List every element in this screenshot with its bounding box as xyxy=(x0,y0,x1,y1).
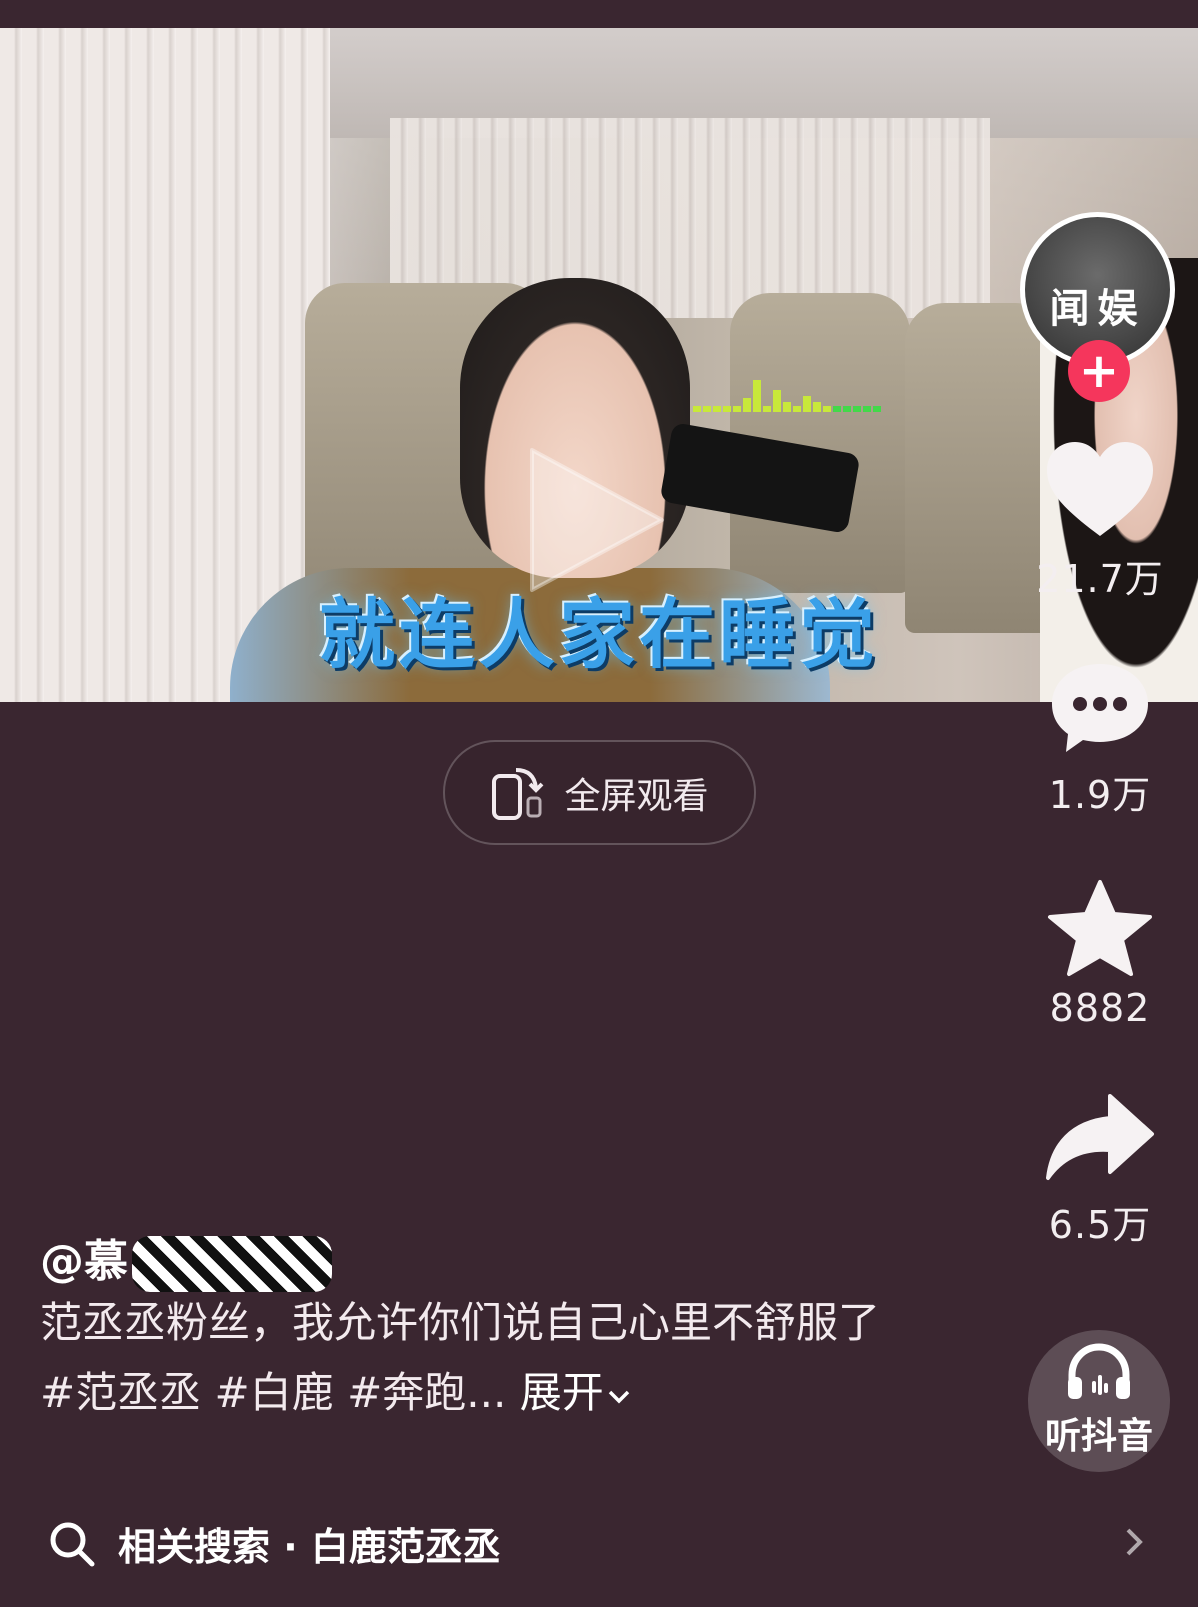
author-name: @慕 xyxy=(40,1236,128,1287)
post-description: 范丞丞粉丝，我允许你们说自己心里不舒服了 #范丞丞 #白鹿 #奔跑... 展开 xyxy=(40,1288,900,1428)
chevron-right-icon xyxy=(1126,1528,1143,1556)
comment-button[interactable]: 1.9万 xyxy=(1020,660,1180,819)
like-count: 21.7万 xyxy=(1036,557,1164,601)
fullscreen-button[interactable]: 全屏观看 xyxy=(443,740,756,845)
expand-label: 展开 xyxy=(519,1368,604,1417)
star-icon xyxy=(1048,880,1152,976)
rotate-phone-icon xyxy=(492,767,544,820)
share-count: 6.5万 xyxy=(1048,1203,1152,1247)
like-button[interactable]: 21.7万 xyxy=(1020,440,1180,603)
share-arrow-icon xyxy=(1046,1094,1154,1180)
related-search-label: 相关搜索 · 白鹿范丞丞 xyxy=(118,1525,501,1569)
description-text: 范丞丞粉丝，我允许你们说自己心里不舒服了 #范丞丞 #白鹿 #奔跑... xyxy=(40,1298,881,1417)
equalizer-icon xyxy=(693,380,881,412)
heart-icon xyxy=(1047,442,1153,536)
chevron-down-icon xyxy=(608,1390,629,1403)
comment-count: 1.9万 xyxy=(1048,773,1152,817)
expand-button[interactable]: 展开 xyxy=(520,1368,632,1417)
fullscreen-label: 全屏观看 xyxy=(564,775,709,817)
creator-avatar-text: 闻娱 xyxy=(1049,285,1146,332)
author-redaction xyxy=(132,1236,332,1292)
author-handle[interactable]: @慕 xyxy=(40,1225,332,1292)
comment-bubble-icon xyxy=(1052,664,1148,752)
favorite-count: 8882 xyxy=(1049,986,1151,1030)
listen-label: 听抖音 xyxy=(1044,1416,1153,1457)
favorite-button[interactable]: 8882 xyxy=(1020,878,1180,1030)
related-search-bar[interactable]: 相关搜索 · 白鹿范丞丞 xyxy=(0,1480,1198,1607)
follow-button[interactable]: + xyxy=(1068,340,1130,402)
listen-button[interactable]: 听抖音 xyxy=(1028,1330,1170,1472)
share-button[interactable]: 6.5万 xyxy=(1020,1090,1180,1249)
headphones-icon xyxy=(1068,1343,1130,1399)
search-icon xyxy=(50,1522,95,1566)
video-player[interactable]: 就连人家在睡觉 xyxy=(0,28,1198,702)
douyin-video-page: 就连人家在睡觉 全屏观看 闻娱 + 21.7万 1.9万 8882 6.5万 听… xyxy=(0,0,1198,1607)
video-subtitle: 就连人家在睡觉 xyxy=(319,590,879,679)
